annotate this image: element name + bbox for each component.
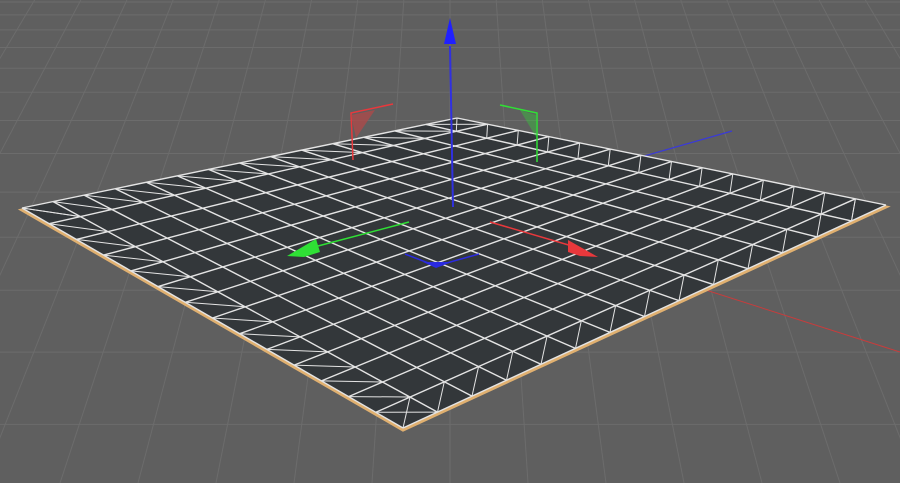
viewport-canvas[interactable] (0, 0, 900, 483)
3d-viewport[interactable] (0, 0, 900, 483)
